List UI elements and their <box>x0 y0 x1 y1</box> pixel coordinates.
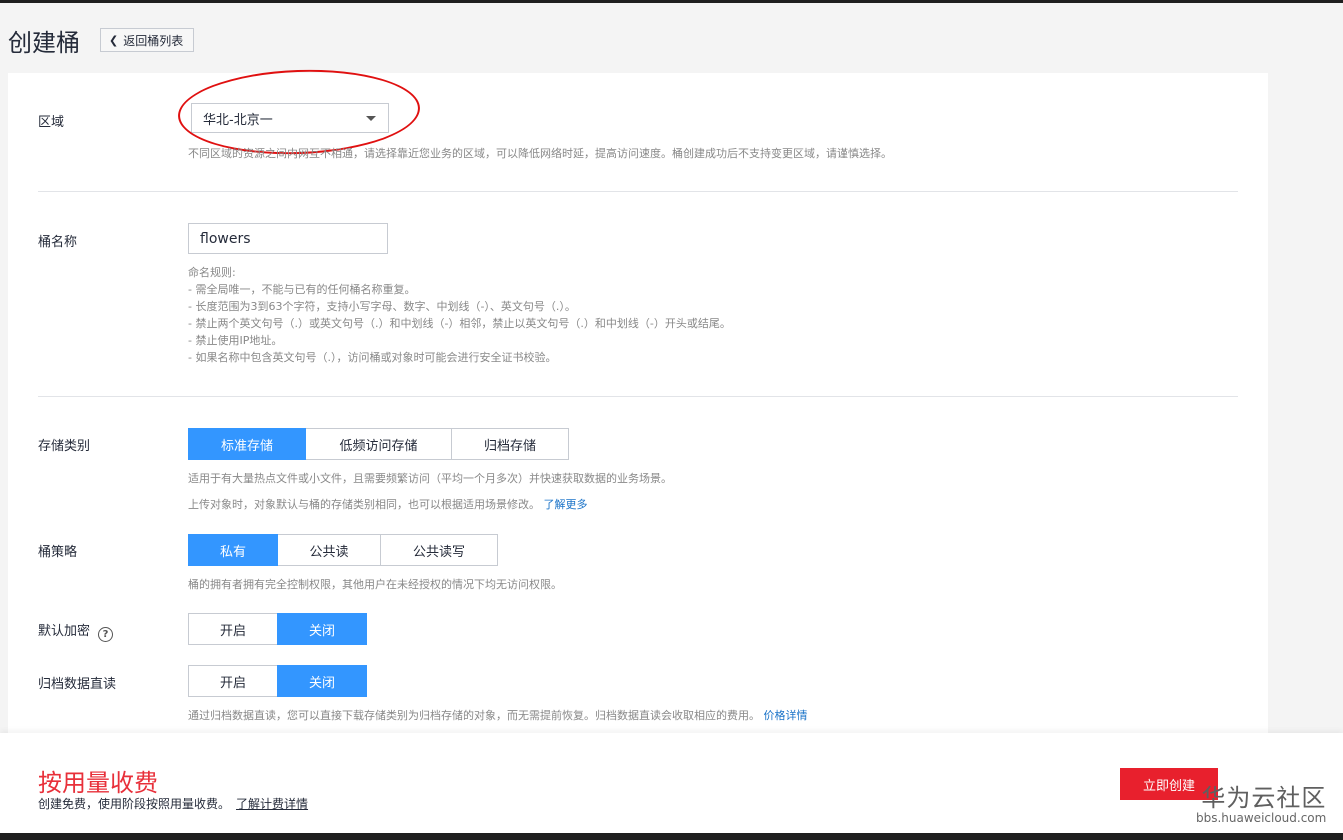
encryption-label-row: 默认加密? <box>38 620 114 642</box>
bucket-policy-selector: 私有 公共读 公共读写 <box>188 534 498 566</box>
storage-class-standard[interactable]: 标准存储 <box>188 428 306 460</box>
encryption-on[interactable]: 开启 <box>188 613 278 645</box>
rule-line: - 如果名称中包含英文句号（.），访问桶或对象时可能会进行安全证书校验。 <box>188 351 557 364</box>
archive-direct-read-hint-text: 通过归档数据直读，您可以直接下载存储类别为归档存储的对象，而无需提前恢复。归档数… <box>188 709 760 722</box>
divider <box>38 191 1238 192</box>
policy-public-read[interactable]: 公共读 <box>277 534 381 566</box>
bucket-name-input[interactable] <box>188 223 388 254</box>
price-details-link[interactable]: 价格详情 <box>764 709 808 722</box>
page-header: 创建桶 ❮ 返回桶列表 <box>8 22 195 58</box>
archive-direct-read-off[interactable]: 关闭 <box>277 665 367 697</box>
region-label: 区域 <box>38 115 65 130</box>
caret-down-icon <box>366 116 376 121</box>
bucket-policy-label: 桶策略 <box>38 545 78 560</box>
bucket-name-label: 桶名称 <box>38 235 78 250</box>
help-circle-icon[interactable]: ? <box>98 627 114 642</box>
billing-subtitle-text: 创建免费，使用阶段按照用量收费。 <box>38 797 231 811</box>
divider <box>38 396 1238 397</box>
bottom-window-bar <box>0 833 1343 840</box>
storage-class-hint-text: 上传对象时，对象默认与桶的存储类别相同，也可以根据适用场景修改。 <box>188 498 540 511</box>
chevron-left-icon: ❮ <box>109 33 119 47</box>
billing-footer: 按用量收费 创建免费，使用阶段按照用量收费。 了解计费详情 立即创建 <box>0 733 1343 833</box>
region-hint: 不同区域的资源之间内网互不相通，请选择靠近您业务的区域，可以降低网络时延，提高访… <box>188 147 892 160</box>
rule-line: - 需全局唯一，不能与已有的任何桶名称重复。 <box>188 283 416 296</box>
back-button-label: 返回桶列表 <box>123 33 184 48</box>
page-title: 创建桶 <box>8 28 80 57</box>
storage-class-hint: 适用于有大量热点文件或小文件，且需要频繁访问（平均一个月多次）并快速获取数据的业… <box>188 472 672 485</box>
encryption-off[interactable]: 关闭 <box>277 613 367 645</box>
region-select-value: 华北-北京一 <box>203 112 273 128</box>
archive-direct-read-toggle: 开启 关闭 <box>188 665 367 697</box>
bucket-name-rules: 命名规则: - 需全局唯一，不能与已有的任何桶名称重复。 - 长度范围为3到63… <box>188 264 731 366</box>
rule-line: 命名规则: <box>188 266 236 279</box>
learn-more-link[interactable]: 了解更多 <box>544 498 588 511</box>
watermark: 华为云社区 bbs.huaweicloud.com <box>1196 778 1326 825</box>
encryption-label: 默认加密 <box>38 624 91 639</box>
billing-subtitle: 创建免费，使用阶段按照用量收费。 了解计费详情 <box>38 795 308 812</box>
storage-class-hint-2: 上传对象时，对象默认与桶的存储类别相同，也可以根据适用场景修改。 了解更多 <box>188 496 588 513</box>
archive-direct-read-label: 归档数据直读 <box>38 677 117 692</box>
storage-class-selector: 标准存储 低频访问存储 归档存储 <box>188 428 569 460</box>
policy-public-read-write[interactable]: 公共读写 <box>380 534 498 566</box>
storage-class-infrequent[interactable]: 低频访问存储 <box>305 428 452 460</box>
bucket-policy-hint: 桶的拥有者拥有完全控制权限，其他用户在未经授权的情况下均无访问权限。 <box>188 578 562 591</box>
watermark-text: 华为云社区 <box>1201 784 1327 812</box>
archive-direct-read-on[interactable]: 开启 <box>188 665 278 697</box>
rule-line: - 禁止使用IP地址。 <box>188 334 283 347</box>
top-window-bar <box>0 0 1343 3</box>
billing-title: 按用量收费 <box>38 769 158 797</box>
rule-line: - 长度范围为3到63个字符，支持小写字母、数字、中划线（-）、英文句号（.）。 <box>188 300 576 313</box>
create-bucket-form: 区域 华北-北京一 不同区域的资源之间内网互不相通，请选择靠近您业务的区域，可以… <box>8 65 1268 733</box>
rule-line: - 禁止两个英文句号（.）或英文句号（.）和中划线（-）相邻，禁止以英文句号（.… <box>188 317 731 330</box>
watermark-url: bbs.huaweicloud.com <box>1196 811 1327 825</box>
storage-class-label: 存储类别 <box>38 439 91 454</box>
policy-private[interactable]: 私有 <box>188 534 278 566</box>
storage-class-archive[interactable]: 归档存储 <box>451 428 569 460</box>
billing-details-link[interactable]: 了解计费详情 <box>236 797 308 811</box>
region-select[interactable]: 华北-北京一 <box>191 103 389 133</box>
back-to-bucket-list-button[interactable]: ❮ 返回桶列表 <box>100 28 195 52</box>
encryption-toggle: 开启 关闭 <box>188 613 367 645</box>
archive-direct-read-hint: 通过归档数据直读，您可以直接下载存储类别为归档存储的对象，而无需提前恢复。归档数… <box>188 707 808 724</box>
